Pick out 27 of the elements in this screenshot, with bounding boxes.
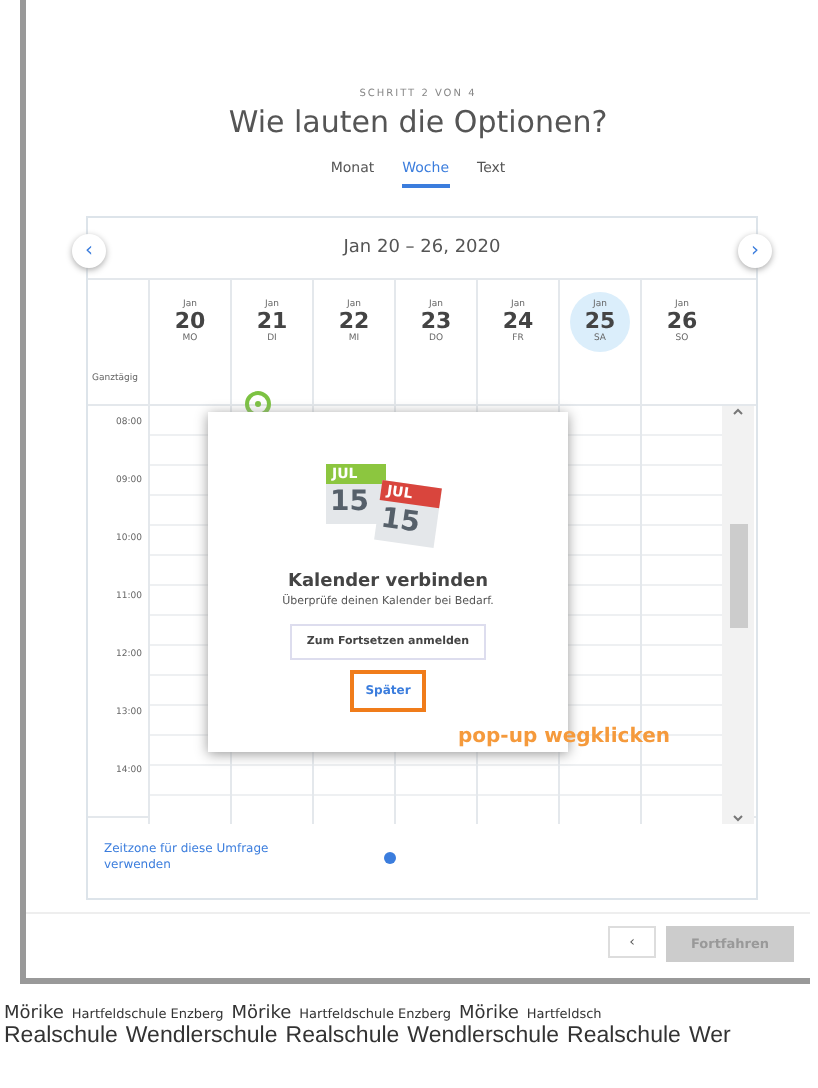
annotation-text: pop-up wegklicken <box>458 726 670 748</box>
scrollbar-thumb[interactable] <box>729 523 747 627</box>
school-name: Realschule <box>4 1024 118 1048</box>
scroll-down-icon[interactable] <box>732 812 744 824</box>
previous-week-button[interactable]: ‹ <box>72 234 106 268</box>
school-name: Mörike <box>231 1004 292 1024</box>
date-range: Jan 20 – 26, 2020 <box>343 238 501 258</box>
school-name: Wer <box>688 1024 731 1048</box>
day-date: 23 <box>420 310 452 334</box>
dialog-title: Kalender verbinden <box>287 572 489 592</box>
school-name: Wendlerschule <box>125 1024 278 1048</box>
school-name: Mörike <box>459 1004 519 1024</box>
school-name: Realschule <box>567 1024 681 1048</box>
day-date: 21 <box>256 310 288 334</box>
day-date: 20 <box>174 310 206 334</box>
day-date: 22 <box>338 310 370 334</box>
school-name: Realschule <box>285 1024 400 1048</box>
school-name: Mörike <box>4 1004 64 1024</box>
info-icon[interactable] <box>384 852 396 864</box>
day-date: 26 <box>666 310 698 334</box>
next-week-button[interactable]: › <box>738 234 772 268</box>
page-title: Wie lauten die Optionen? <box>228 104 608 140</box>
school-name: Wendlerschule <box>407 1024 560 1048</box>
scroll-up-icon[interactable] <box>732 406 744 418</box>
day-date: 25 <box>584 310 616 334</box>
cursor-ring-icon <box>244 390 272 418</box>
day-date: 24 <box>502 310 534 334</box>
